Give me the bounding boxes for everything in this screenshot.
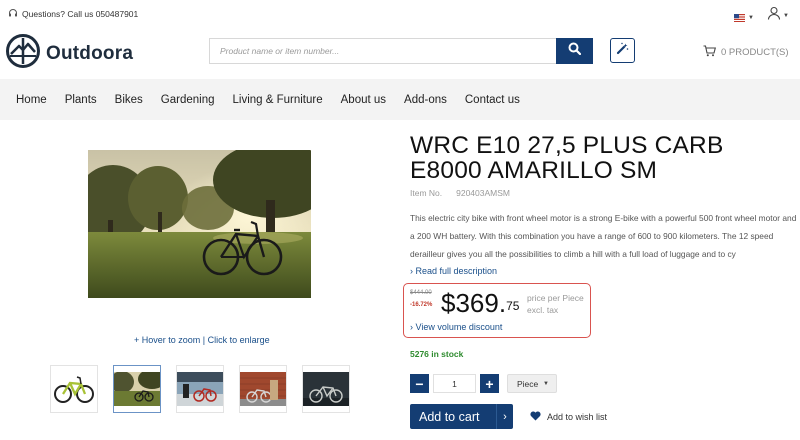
chevron-down-icon: ▼: [543, 380, 549, 387]
nav-item-about-us[interactable]: About us: [341, 94, 386, 106]
quantity-input[interactable]: [433, 374, 476, 393]
zoom-hint[interactable]: + Hover to zoom | Click to enlarge: [134, 335, 270, 345]
item-number-label: Item No.: [410, 188, 443, 198]
chevron-down-icon: ▼: [748, 15, 754, 21]
nav-item-gardening[interactable]: Gardening: [161, 94, 215, 106]
nav-item-plants[interactable]: Plants: [65, 94, 97, 106]
contact-text: Questions? Call us 050487901: [22, 9, 139, 19]
price-box: $444.00 -16.72% $369.75 price per Piece …: [403, 283, 591, 338]
contact-info: Questions? Call us 050487901: [8, 8, 138, 20]
add-to-wishlist-link[interactable]: Add to wish list: [530, 411, 607, 423]
chevron-right-icon: ›: [496, 404, 513, 429]
thumbnail-2[interactable]: [113, 365, 161, 413]
nav-item-add-ons[interactable]: Add-ons: [404, 94, 447, 106]
shopping-cart-icon: [703, 45, 717, 60]
magic-wand-icon: [616, 42, 629, 60]
search-input[interactable]: [209, 38, 556, 64]
thumbnail-5[interactable]: [302, 365, 350, 413]
price-unit-info: price per Piece excl. tax: [527, 292, 584, 316]
cart-count-label: 0 PRODUCT(S): [721, 47, 789, 58]
nav-item-living-furniture[interactable]: Living & Furniture: [233, 94, 323, 106]
discount-badge: -16.72%: [410, 302, 433, 308]
user-icon: [767, 6, 781, 25]
current-price: $369.75: [441, 286, 519, 320]
price-main: $369.: [441, 288, 507, 318]
header: Outdoora 0 PRODUCT(S): [0, 28, 800, 78]
compass-logo-icon: [6, 34, 40, 73]
read-full-description-link[interactable]: › Read full description: [410, 266, 497, 276]
language-selector[interactable]: ▼: [734, 9, 754, 27]
account-menu[interactable]: ▼: [767, 6, 789, 25]
thumbnail-1[interactable]: [50, 365, 98, 413]
cart-link[interactable]: 0 PRODUCT(S): [703, 45, 789, 60]
headset-icon: [8, 8, 18, 20]
thumbnail-3[interactable]: [176, 365, 224, 413]
thumbnail-4[interactable]: [239, 365, 287, 413]
product-title: WRC E10 27,5 PLUS CARB E8000 AMARILLO SM: [410, 132, 724, 184]
old-price: $444.00: [410, 290, 432, 296]
nav-item-bikes[interactable]: Bikes: [115, 94, 143, 106]
thumbnail-strip: [50, 365, 350, 413]
nav-item-contact-us[interactable]: Contact us: [465, 94, 520, 106]
increase-quantity-button[interactable]: +: [480, 374, 499, 393]
search-icon: [568, 42, 582, 60]
search-bar: [209, 38, 593, 64]
unit-select-value: Piece: [517, 378, 539, 389]
price-per-label: price per Piece: [527, 293, 584, 303]
us-flag-icon: [734, 9, 745, 27]
quantity-stepper: − + Piece ▼: [410, 374, 557, 393]
wishlist-label: Add to wish list: [547, 412, 608, 422]
product-description: This electric city bike with front wheel…: [410, 213, 797, 259]
nav-item-home[interactable]: Home: [16, 94, 47, 106]
item-number-value: 920403AMSM: [456, 188, 510, 198]
decrease-quantity-button[interactable]: −: [410, 374, 429, 393]
unit-select[interactable]: Piece ▼: [507, 374, 557, 393]
excl-tax-label: excl. tax: [527, 305, 559, 315]
add-to-cart-label: Add to cart: [419, 409, 480, 424]
main-nav: Home Plants Bikes Gardening Living & Fur…: [0, 79, 800, 120]
stock-status: 5276 in stock: [410, 349, 464, 359]
view-volume-discount-link[interactable]: › View volume discount: [410, 322, 502, 332]
top-bar: Questions? Call us 050487901 ▼ ▼: [0, 0, 800, 28]
logo[interactable]: Outdoora: [6, 34, 133, 73]
product-main-image[interactable]: [88, 150, 311, 298]
price-cents: 75: [506, 299, 520, 313]
search-button[interactable]: [556, 38, 593, 64]
item-number: Item No. 920403AMSM: [410, 188, 510, 198]
heart-icon: [530, 411, 541, 423]
chevron-down-icon: ▼: [783, 12, 789, 19]
quick-order-button[interactable]: [610, 38, 635, 63]
logo-text: Outdoora: [46, 42, 134, 64]
add-to-cart-button[interactable]: Add to cart ›: [410, 404, 513, 429]
